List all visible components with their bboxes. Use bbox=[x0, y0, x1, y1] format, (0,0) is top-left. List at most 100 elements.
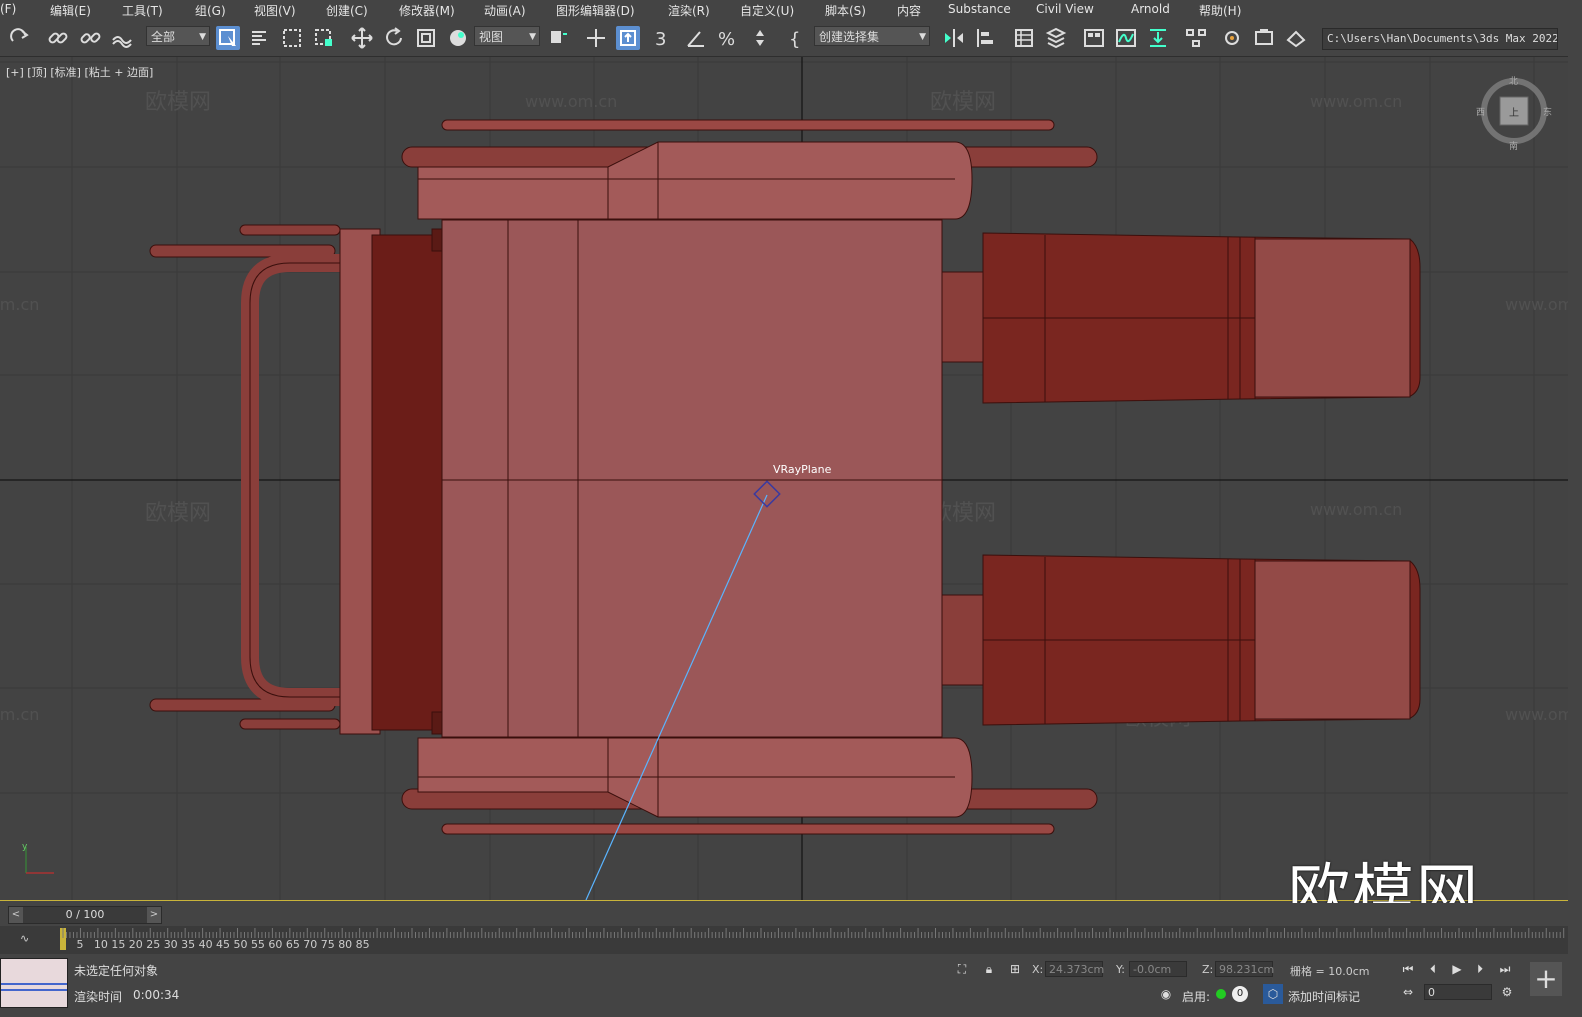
selection-filter-dropdown[interactable]: 全部 ▼ bbox=[146, 26, 210, 46]
menu-file[interactable]: (F) bbox=[0, 2, 16, 16]
menu-bar: (F) 编辑(E) 工具(T) 组(G) 视图(V) 创建(C) 修改器(M) … bbox=[0, 0, 1568, 20]
scale-icon[interactable] bbox=[414, 26, 438, 50]
track-bar[interactable]: ∿ 5 10 15 20 25 30 35 40 45 50 55 60 65 70 75 80 85 bbox=[0, 926, 1568, 954]
percent-snap-icon[interactable]: % bbox=[716, 26, 740, 50]
keyboard-shortcut-override-icon[interactable] bbox=[616, 26, 640, 50]
menu-views[interactable]: 视图(V) bbox=[254, 2, 296, 19]
menu-modifiers[interactable]: 修改器(M) bbox=[399, 2, 455, 19]
toggle-ribbon-icon[interactable] bbox=[1082, 26, 1106, 50]
spinner-snap-icon[interactable] bbox=[748, 26, 772, 50]
select-object-icon[interactable] bbox=[216, 26, 240, 50]
go-to-start-icon[interactable]: ⏮ bbox=[1398, 959, 1418, 979]
svg-text:om.cn: om.cn bbox=[0, 705, 39, 724]
tick-label: 60 bbox=[268, 938, 283, 951]
curve-editor-icon[interactable] bbox=[1114, 26, 1138, 50]
redo-icon[interactable] bbox=[8, 26, 32, 50]
x-coordinate-field[interactable]: 24.373cm bbox=[1045, 961, 1104, 977]
render-setup-icon[interactable] bbox=[1220, 26, 1244, 50]
bind-spacewarp-icon[interactable] bbox=[110, 26, 134, 50]
layer-explorer-icon[interactable] bbox=[1044, 26, 1068, 50]
mirror-icon[interactable] bbox=[942, 26, 966, 50]
previous-frame-icon[interactable]: < bbox=[9, 907, 23, 923]
top-viewport[interactable]: 欧模网 欧模网 欧模网 欧模网 欧模网 欧模网 欧模网 欧模网 欧模网 www.… bbox=[0, 57, 1568, 901]
place-icon[interactable] bbox=[446, 26, 470, 50]
menu-animation[interactable]: 动画(A) bbox=[484, 2, 526, 19]
isolate-selection-icon[interactable]: ⛶ bbox=[952, 959, 972, 979]
angle-snap-icon[interactable] bbox=[684, 26, 708, 50]
menu-customize[interactable]: 自定义(U) bbox=[740, 2, 794, 19]
time-tag-icon[interactable]: ⬡ bbox=[1263, 984, 1283, 1004]
status-bar: 未选定任何对象 渲染时间 0:00:34 ⛶ 🔒︎ ⊞ X: 24.373cm … bbox=[0, 956, 1568, 1008]
maxscript-listener-thumbnail[interactable] bbox=[0, 958, 68, 1008]
add-time-tag[interactable]: 添加时间标记 bbox=[1288, 988, 1360, 1005]
menu-scripting[interactable]: 脚本(S) bbox=[825, 2, 866, 19]
svg-text:om.cn: om.cn bbox=[0, 295, 39, 314]
y-coordinate-field[interactable]: -0.0cm bbox=[1129, 961, 1187, 977]
selection-lock-icon[interactable]: 🔒︎ bbox=[979, 959, 999, 979]
current-frame-field[interactable]: 0 bbox=[1424, 984, 1492, 1000]
menu-group[interactable]: 组(G) bbox=[195, 2, 226, 19]
render-production-icon[interactable] bbox=[1284, 26, 1308, 50]
rotate-icon[interactable] bbox=[382, 26, 406, 50]
menu-help[interactable]: 帮助(H) bbox=[1199, 2, 1241, 19]
reference-coordinate-dropdown[interactable]: 视图 ▼ bbox=[474, 26, 540, 46]
select-manipulate-icon[interactable] bbox=[584, 26, 608, 50]
z-coordinate-field[interactable]: 98.231cm bbox=[1215, 961, 1274, 977]
viewport-canvas: 欧模网 欧模网 欧模网 欧模网 欧模网 欧模网 欧模网 欧模网 欧模网 www.… bbox=[0, 57, 1568, 900]
enable-indicator[interactable] bbox=[1216, 989, 1226, 999]
svg-text:{: { bbox=[789, 29, 800, 50]
time-slider[interactable]: < 0 / 100 > bbox=[8, 906, 162, 924]
schematic-view-icon[interactable] bbox=[1184, 26, 1208, 50]
named-selection-sets-dropdown[interactable]: 创建选择集 ▼ bbox=[814, 26, 930, 46]
axis-tripod: y bbox=[22, 842, 54, 874]
svg-text:y: y bbox=[22, 842, 28, 852]
svg-text:www.om: www.om bbox=[1505, 295, 1568, 314]
snaps-toggle-icon[interactable]: 3 bbox=[652, 26, 676, 50]
menu-graph-editors[interactable]: 图形编辑器(D) bbox=[556, 2, 635, 19]
tick-label: 45 bbox=[216, 938, 231, 951]
tick-label: 55 bbox=[250, 938, 265, 951]
select-by-name-icon[interactable] bbox=[248, 26, 272, 50]
dope-sheet-icon[interactable] bbox=[1146, 26, 1170, 50]
go-to-end-icon[interactable]: ⏭ bbox=[1495, 959, 1515, 979]
unlink-icon[interactable] bbox=[78, 26, 102, 50]
svg-text:欧模网: 欧模网 bbox=[930, 90, 996, 115]
vrayplane-label: VRayPlane bbox=[773, 463, 832, 476]
menu-arnold[interactable]: Arnold bbox=[1131, 2, 1170, 16]
absolute-mode-icon[interactable]: ⊞ bbox=[1005, 959, 1025, 979]
svg-text:3: 3 bbox=[655, 29, 666, 50]
adaptive-degradation-icon[interactable]: ◉ bbox=[1156, 984, 1176, 1004]
menu-civil-view[interactable]: Civil View bbox=[1036, 2, 1094, 16]
menu-content[interactable]: 内容 bbox=[897, 2, 921, 19]
align-icon[interactable] bbox=[974, 26, 998, 50]
wheelchair-model bbox=[149, 119, 1421, 835]
menu-tools[interactable]: 工具(T) bbox=[122, 2, 163, 19]
menu-edit[interactable]: 编辑(E) bbox=[50, 2, 91, 19]
menu-rendering[interactable]: 渲染(R) bbox=[668, 2, 710, 19]
window-crossing-icon[interactable] bbox=[312, 26, 336, 50]
next-key-icon[interactable]: ⏵ bbox=[1470, 959, 1490, 979]
play-icon[interactable]: ▶ bbox=[1447, 959, 1467, 979]
enable-count-badge[interactable]: 0 bbox=[1232, 986, 1248, 1002]
rectangular-selection-icon[interactable] bbox=[280, 26, 304, 50]
x-label: X: bbox=[1032, 963, 1044, 976]
svg-text:www.om.cn: www.om.cn bbox=[525, 92, 617, 111]
z-label: Z: bbox=[1202, 963, 1214, 976]
svg-text:www.om.cn: www.om.cn bbox=[1310, 92, 1402, 111]
viewport-label[interactable]: [+] [顶] [标准] [粘土 + 边面] bbox=[6, 64, 153, 80]
next-frame-icon[interactable]: > bbox=[147, 907, 161, 923]
menu-substance[interactable]: Substance bbox=[948, 2, 1011, 16]
project-folder-path[interactable]: C:\Users\Han\Documents\3ds Max 2022 bbox=[1322, 28, 1558, 50]
pivot-center-icon[interactable] bbox=[546, 26, 570, 50]
zoom-extents-all-icon[interactable]: + bbox=[1530, 962, 1562, 996]
render-frame-window-icon[interactable] bbox=[1252, 26, 1276, 50]
scene-explorer-icon[interactable] bbox=[1012, 26, 1036, 50]
key-mode-icon[interactable]: ⇔ bbox=[1398, 982, 1418, 1002]
previous-key-icon[interactable]: ⏴ bbox=[1423, 959, 1443, 979]
menu-create[interactable]: 创建(C) bbox=[326, 2, 368, 19]
move-icon[interactable] bbox=[350, 26, 374, 50]
edit-named-selection-icon[interactable]: { bbox=[786, 26, 810, 50]
time-configuration-icon[interactable]: ⚙ bbox=[1497, 982, 1517, 1002]
viewcube-face-label[interactable]: 上 bbox=[1509, 104, 1519, 119]
link-icon[interactable] bbox=[46, 26, 70, 50]
